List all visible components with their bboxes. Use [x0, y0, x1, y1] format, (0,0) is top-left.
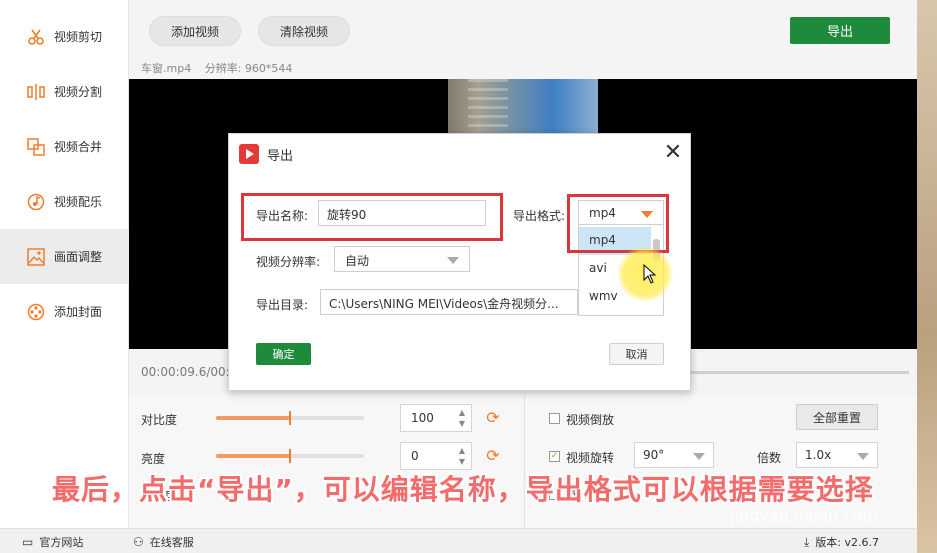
slider-knob[interactable] [289, 449, 291, 463]
spin-up-icon[interactable]: ▲ [457, 447, 467, 455]
file-info: 车窗.mp4 分辨率: 960*544 [141, 60, 302, 76]
reset-contrast-icon[interactable]: ⟳ [484, 409, 502, 427]
official-website-link[interactable]: ▭ 官方网站 [22, 534, 83, 550]
sidebar-item-label: 视频剪切 [54, 30, 103, 44]
contrast-slider[interactable] [216, 411, 364, 425]
scissors-icon [26, 27, 46, 47]
website-label: 官方网站 [39, 536, 84, 549]
annotation-box-format [567, 194, 669, 253]
version-info: ⤓ 版本: v2.6.7 [804, 534, 879, 550]
contrast-label: 对比度 [141, 413, 178, 427]
file-resolution: 分辨率: 960*544 [204, 62, 293, 75]
export-dir-label: 导出目录: [256, 298, 309, 312]
sidebar-item-video-merge[interactable]: 视频合并 [0, 119, 129, 174]
export-dir-input[interactable]: C:\Users\NING MEI\Videos\金舟视频分... [320, 289, 578, 315]
music-icon [26, 192, 46, 212]
reset-all-button[interactable]: 全部重置 [796, 404, 878, 430]
reset-brightness-icon[interactable]: ⟳ [484, 447, 502, 465]
speed-select[interactable]: 1.0x [796, 442, 878, 468]
export-button[interactable]: 导出 [790, 17, 890, 44]
contrast-spinbox[interactable]: 100 ▲ ▼ [400, 404, 472, 432]
clear-video-button[interactable]: 清除视频 [258, 16, 350, 46]
brightness-spinbox[interactable]: 0 ▲ ▼ [400, 442, 472, 470]
app-logo-icon [239, 144, 259, 164]
chevron-down-icon [693, 453, 705, 460]
spin-down-icon[interactable]: ▼ [457, 420, 467, 428]
user-icon: ⚇ [133, 535, 144, 549]
brightness-slider[interactable] [216, 449, 364, 463]
rotate-label: 视频旋转 [566, 451, 615, 465]
image-icon [26, 247, 46, 267]
version-label: 版本: v2.6.7 [815, 536, 880, 549]
tutorial-caption: 最后，点击“导出”，可以编辑名称，导出格式可以根据需要选择 [52, 473, 874, 506]
contrast-value: 100 [411, 411, 434, 425]
resolution-label: 视频分辨率: [256, 255, 321, 269]
sidebar-item-video-split[interactable]: 视频分割 [0, 64, 129, 119]
close-icon[interactable]: ✕ [663, 142, 683, 164]
cancel-button[interactable]: 取消 [609, 343, 664, 365]
rotate-select[interactable]: 90° [634, 442, 714, 468]
speed-label: 倍数 [757, 451, 782, 465]
rotate-checkbox[interactable]: ✓ [549, 451, 560, 462]
background-edge [917, 0, 937, 553]
chevron-down-icon [857, 453, 869, 460]
annotation-box-name [241, 193, 503, 241]
rotate-value: 90° [643, 448, 665, 462]
dialog-title: 导出 [267, 148, 294, 164]
sidebar-item-label: 视频分割 [54, 85, 103, 99]
status-bar: ▭ 官方网站 ⚇ 在线客服 ⤓ 版本: v2.6.7 [0, 528, 917, 553]
spin-up-icon[interactable]: ▲ [457, 409, 467, 417]
spin-down-icon[interactable]: ▼ [457, 458, 467, 466]
sidebar-item-label: 视频合并 [54, 140, 103, 154]
sidebar-item-label: 添加封面 [54, 305, 103, 319]
online-support-link[interactable]: ⚇ 在线客服 [133, 534, 194, 550]
resolution-select[interactable]: 自动 [334, 246, 470, 272]
playback-time: 00:00:09.6/00:0 [141, 365, 238, 379]
resolution-value: 自动 [345, 254, 370, 268]
toolbar: 添加视频 清除视频 导出 [129, 0, 917, 58]
watermark: jingyan.baidu.com [730, 506, 878, 525]
reverse-label: 视频倒放 [566, 413, 615, 427]
sidebar-item-video-cut[interactable]: 视频剪切 [0, 9, 129, 64]
sidebar: 视频剪切 视频分割 视频合并 视频配乐 画面调整 添加封面 [0, 0, 129, 528]
export-format-label: 导出格式: [513, 209, 566, 223]
brightness-label: 亮度 [141, 452, 166, 466]
mouse-cursor-icon [643, 263, 657, 287]
support-label: 在线客服 [149, 536, 194, 549]
slider-fill [216, 416, 290, 420]
slider-knob[interactable] [289, 411, 291, 425]
sidebar-item-add-cover[interactable]: 添加封面 [0, 284, 129, 339]
timeline-track[interactable] [689, 371, 909, 374]
divider [524, 395, 525, 528]
file-name: 车窗.mp4 [141, 62, 192, 75]
speed-value: 1.0x [805, 448, 832, 462]
sidebar-item-label: 视频配乐 [54, 195, 103, 209]
sidebar-item-picture-adjust[interactable]: 画面调整 [0, 229, 129, 284]
sidebar-item-label: 画面调整 [54, 250, 103, 264]
sidebar-item-video-music[interactable]: 视频配乐 [0, 174, 129, 229]
slider-fill [216, 454, 290, 458]
monitor-icon: ▭ [22, 535, 34, 549]
download-icon: ⤓ [804, 534, 810, 549]
brightness-value: 0 [411, 449, 419, 463]
ok-button[interactable]: 确定 [256, 343, 311, 365]
add-video-button[interactable]: 添加视频 [149, 16, 241, 46]
chevron-down-icon [447, 257, 459, 264]
film-reel-icon [26, 302, 46, 322]
split-icon [26, 82, 46, 102]
dialog-title-bar: 导出 [239, 144, 293, 164]
merge-icon [26, 137, 46, 157]
reverse-checkbox[interactable] [549, 413, 560, 424]
